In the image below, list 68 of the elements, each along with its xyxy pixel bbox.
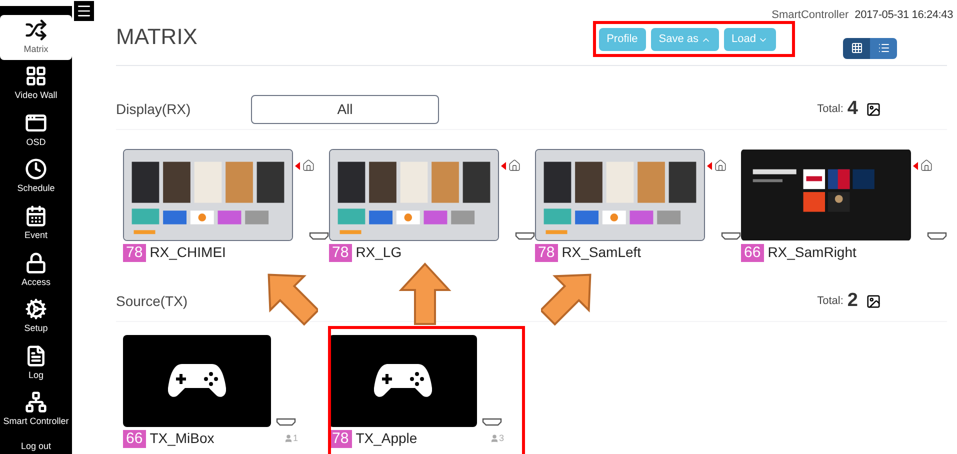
gears-icon xyxy=(25,298,47,320)
user-icon xyxy=(284,434,293,443)
id-badge: 78 xyxy=(123,244,146,262)
home-icon xyxy=(508,159,521,172)
total-label: Total: xyxy=(817,102,844,118)
user-name: SmartController xyxy=(772,8,849,23)
grid-icon xyxy=(850,42,862,54)
id-badge: 66 xyxy=(741,244,764,262)
logout-link[interactable]: Log out xyxy=(20,440,52,454)
sidebar-item[interactable]: Smart Controller xyxy=(0,388,72,432)
total-label: Total: xyxy=(817,294,844,310)
window-icon xyxy=(25,112,47,134)
home-icon xyxy=(920,159,933,172)
pointer-icon xyxy=(913,162,918,170)
shuffle-icon xyxy=(25,18,47,41)
filter-field[interactable]: All xyxy=(251,95,439,124)
image-icon[interactable] xyxy=(866,294,881,309)
arrow-annotation xyxy=(397,262,453,326)
id-badge: 78 xyxy=(329,430,352,448)
date-time: 2017-05-31 16:24:43 xyxy=(854,8,953,23)
lock-icon xyxy=(25,252,47,274)
sidebar-item[interactable]: Schedule xyxy=(0,154,72,200)
device-name: RX_CHIMEI xyxy=(150,243,226,262)
hdmi-port-icon xyxy=(721,232,741,240)
menu-icon[interactable] xyxy=(74,1,94,21)
device-name: RX_SamRight xyxy=(768,243,856,262)
hdmi-port-icon xyxy=(927,232,947,240)
home-icon xyxy=(302,159,315,172)
view-toggle[interactable] xyxy=(843,38,870,58)
user-count: 1 xyxy=(292,432,298,445)
pointer-icon xyxy=(501,162,506,170)
page-title: MATRIX xyxy=(116,23,198,51)
id-badge: 78 xyxy=(329,244,352,262)
id-badge: 78 xyxy=(535,244,558,262)
sidebar-item[interactable]: Setup xyxy=(0,294,72,340)
pointer-icon xyxy=(295,162,300,170)
device-name: TX_Apple xyxy=(356,429,418,448)
sidebar-item[interactable]: Log xyxy=(0,341,72,386)
device-name: RX_SamLeft xyxy=(562,243,642,262)
sidebar-item[interactable]: Video Wall xyxy=(0,62,72,106)
image-icon[interactable] xyxy=(866,102,881,117)
user-icon xyxy=(490,434,499,443)
hdmi-port-icon xyxy=(276,418,296,426)
gamepad-icon xyxy=(168,362,226,400)
network-icon xyxy=(25,391,47,414)
document-icon xyxy=(25,344,47,367)
hdmi-port-icon xyxy=(309,232,329,240)
section-title: Display(RX) xyxy=(116,100,192,119)
grid-icon xyxy=(25,65,47,88)
device-name: RX_LG xyxy=(356,243,402,262)
hdmi-port-icon xyxy=(482,418,502,426)
pointer-icon xyxy=(707,162,712,170)
section-title: Source(TX) xyxy=(116,292,189,311)
user-count: 3 xyxy=(498,432,504,445)
calendar-icon xyxy=(25,204,47,227)
total-count: 4 xyxy=(847,97,858,122)
hdmi-port-icon xyxy=(515,232,535,240)
sidebar-item[interactable]: OSD xyxy=(0,108,72,153)
home-icon xyxy=(714,159,727,172)
sidebar-item[interactable]: Access xyxy=(0,248,72,293)
sidebar-item[interactable]: Event xyxy=(0,201,72,246)
clock-icon xyxy=(25,158,47,180)
view-toggle[interactable] xyxy=(870,38,897,58)
id-badge: 66 xyxy=(123,430,146,448)
total-count: 2 xyxy=(847,289,858,314)
device-name: TX_MiBox xyxy=(150,429,214,448)
sidebar-item[interactable]: Matrix xyxy=(0,15,72,60)
gamepad-icon xyxy=(374,362,432,400)
